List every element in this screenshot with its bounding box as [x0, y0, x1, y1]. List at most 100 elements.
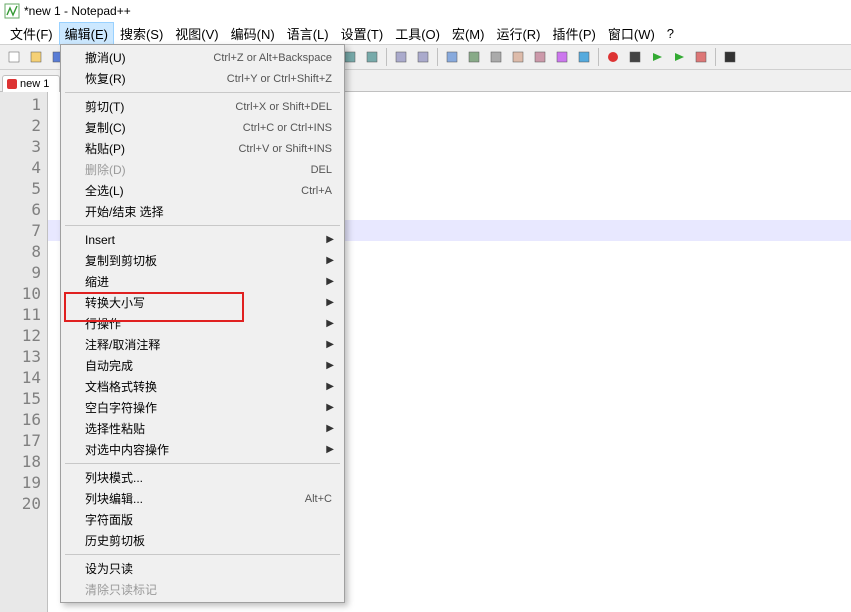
- menu-item-4[interactable]: 复制(C)Ctrl+C or Ctrl+INS: [63, 117, 342, 138]
- play-icon[interactable]: [647, 47, 667, 67]
- submenu-arrow-icon: ▶: [326, 297, 334, 308]
- menu-item-label: 注释/取消注释: [85, 336, 336, 353]
- submenu-arrow-icon: ▶: [326, 423, 334, 434]
- menu-item-shortcut: Ctrl+V or Shift+INS: [238, 143, 336, 155]
- sync-h-icon[interactable]: [413, 47, 433, 67]
- menu-item-19[interactable]: 选择性粘贴▶: [63, 418, 342, 439]
- menu-item-12[interactable]: 缩进▶: [63, 271, 342, 292]
- toolbar-separator: [598, 48, 599, 66]
- spell-icon[interactable]: [720, 47, 740, 67]
- menu-插件p[interactable]: 插件(P): [547, 22, 602, 45]
- titlebar: *new 1 - Notepad++: [0, 0, 851, 22]
- submenu-arrow-icon: ▶: [326, 318, 334, 329]
- menu-item-27[interactable]: 设为只读: [63, 558, 342, 579]
- menu-separator: [65, 225, 340, 226]
- monitor-icon[interactable]: [574, 47, 594, 67]
- submenu-arrow-icon: ▶: [326, 276, 334, 287]
- menu-item-label: 粘贴(P): [85, 140, 238, 157]
- menu-item-label: 删除(D): [85, 161, 311, 178]
- menu-编辑e[interactable]: 编辑(E): [59, 22, 114, 45]
- menu-运行r[interactable]: 运行(R): [490, 22, 546, 45]
- menu-?[interactable]: ?: [661, 24, 680, 43]
- menu-item-25[interactable]: 历史剪切板: [63, 530, 342, 551]
- menu-item-17[interactable]: 文档格式转换▶: [63, 376, 342, 397]
- menu-item-14[interactable]: 行操作▶: [63, 313, 342, 334]
- menu-item-18[interactable]: 空白字符操作▶: [63, 397, 342, 418]
- menu-item-7[interactable]: 全选(L)Ctrl+A: [63, 180, 342, 201]
- menu-item-label: 历史剪切板: [85, 532, 336, 549]
- record-icon[interactable]: [603, 47, 623, 67]
- play-multi-icon[interactable]: [669, 47, 689, 67]
- menu-item-shortcut: Alt+C: [305, 493, 336, 505]
- edit-menu-dropdown: 撤消(U)Ctrl+Z or Alt+Backspace恢复(R)Ctrl+Y …: [60, 44, 345, 603]
- menu-item-label: 剪切(T): [85, 98, 235, 115]
- menu-item-5[interactable]: 粘贴(P)Ctrl+V or Shift+INS: [63, 138, 342, 159]
- menu-separator: [65, 463, 340, 464]
- menu-窗口w[interactable]: 窗口(W): [602, 22, 661, 45]
- submenu-arrow-icon: ▶: [326, 234, 334, 245]
- menu-item-shortcut: Ctrl+X or Shift+DEL: [235, 101, 336, 113]
- save-macro-icon[interactable]: [691, 47, 711, 67]
- toolbar-separator: [715, 48, 716, 66]
- tab-new1[interactable]: new 1: [2, 75, 60, 92]
- menu-item-label: Insert: [85, 233, 336, 247]
- sync-v-icon[interactable]: [391, 47, 411, 67]
- menu-设置t[interactable]: 设置(T): [335, 22, 390, 45]
- menu-item-label: 行操作: [85, 315, 336, 332]
- menu-item-shortcut: Ctrl+Y or Ctrl+Shift+Z: [227, 73, 336, 85]
- wrap-icon[interactable]: [442, 47, 462, 67]
- menu-separator: [65, 554, 340, 555]
- menu-item-15[interactable]: 注释/取消注释▶: [63, 334, 342, 355]
- line-number: 15: [0, 388, 41, 409]
- menu-item-label: 文档格式转换: [85, 378, 336, 395]
- menu-item-label: 复制到剪切板: [85, 252, 336, 269]
- menu-编码n[interactable]: 编码(N): [225, 22, 281, 45]
- menu-item-20[interactable]: 对选中内容操作▶: [63, 439, 342, 460]
- menu-item-13[interactable]: 转换大小写▶: [63, 292, 342, 313]
- open-file-icon[interactable]: [26, 47, 46, 67]
- menu-item-label: 转换大小写: [85, 294, 336, 311]
- submenu-arrow-icon: ▶: [326, 381, 334, 392]
- zoom-out-icon[interactable]: [362, 47, 382, 67]
- menu-item-label: 撤消(U): [85, 49, 213, 66]
- menu-item-label: 开始/结束 选择: [85, 203, 336, 220]
- line-number: 16: [0, 409, 41, 430]
- toolbar-separator: [386, 48, 387, 66]
- menu-item-label: 选择性粘贴: [85, 420, 336, 437]
- submenu-arrow-icon: ▶: [326, 255, 334, 266]
- menu-item-11[interactable]: 复制到剪切板▶: [63, 250, 342, 271]
- line-number: 13: [0, 346, 41, 367]
- line-number: 6: [0, 199, 41, 220]
- line-number: 4: [0, 157, 41, 178]
- menu-item-10[interactable]: Insert▶: [63, 229, 342, 250]
- menu-文件f[interactable]: 文件(F): [4, 22, 59, 45]
- menu-语言l[interactable]: 语言(L): [281, 22, 335, 45]
- menu-item-16[interactable]: 自动完成▶: [63, 355, 342, 376]
- menu-宏m[interactable]: 宏(M): [446, 22, 491, 45]
- menu-item-8[interactable]: 开始/结束 选择: [63, 201, 342, 222]
- menu-item-shortcut: Ctrl+C or Ctrl+INS: [243, 122, 336, 134]
- menu-item-22[interactable]: 列块模式...: [63, 467, 342, 488]
- stop-icon[interactable]: [625, 47, 645, 67]
- indent-guide-icon[interactable]: [486, 47, 506, 67]
- menu-item-0[interactable]: 撤消(U)Ctrl+Z or Alt+Backspace: [63, 47, 342, 68]
- unsaved-indicator-icon: [7, 79, 17, 89]
- menu-视图v[interactable]: 视图(V): [169, 22, 224, 45]
- menu-搜索s[interactable]: 搜索(S): [114, 22, 169, 45]
- show-all-icon[interactable]: [464, 47, 484, 67]
- doc-map-icon[interactable]: [508, 47, 528, 67]
- function-list-icon[interactable]: [530, 47, 550, 67]
- menu-工具o[interactable]: 工具(O): [389, 22, 446, 45]
- menu-item-label: 空白字符操作: [85, 399, 336, 416]
- new-file-icon[interactable]: [4, 47, 24, 67]
- menu-item-label: 设为只读: [85, 560, 336, 577]
- menu-item-1[interactable]: 恢复(R)Ctrl+Y or Ctrl+Shift+Z: [63, 68, 342, 89]
- line-number: 2: [0, 115, 41, 136]
- menubar: 文件(F)编辑(E)搜索(S)视图(V)编码(N)语言(L)设置(T)工具(O)…: [0, 22, 851, 44]
- menu-item-label: 清除只读标记: [85, 581, 336, 598]
- menu-item-24[interactable]: 字符面版: [63, 509, 342, 530]
- menu-item-23[interactable]: 列块编辑...Alt+C: [63, 488, 342, 509]
- menu-item-label: 全选(L): [85, 182, 301, 199]
- folder-workspace-icon[interactable]: [552, 47, 572, 67]
- menu-item-3[interactable]: 剪切(T)Ctrl+X or Shift+DEL: [63, 96, 342, 117]
